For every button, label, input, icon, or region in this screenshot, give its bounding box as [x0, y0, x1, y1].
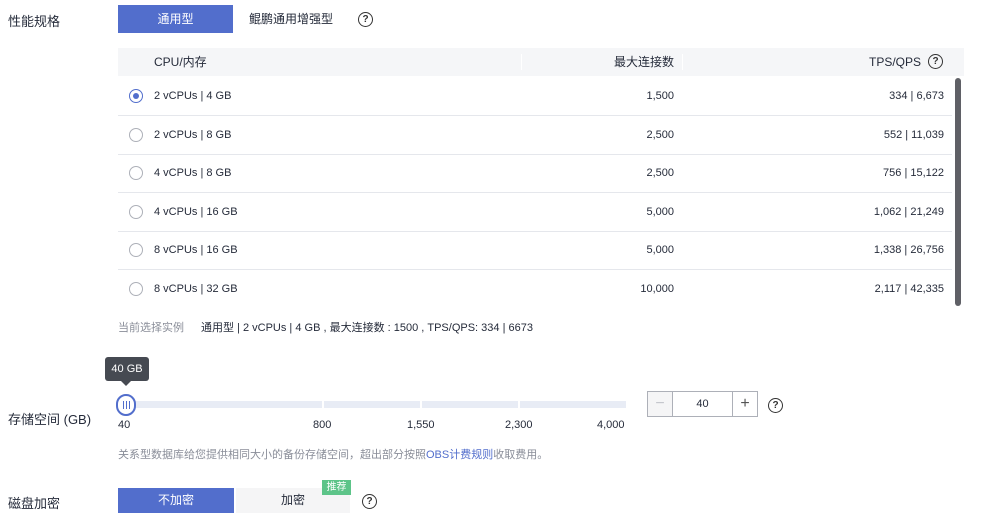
table-row[interactable]: 2 vCPUs | 8 GB 2,500 552 | 11,039 — [118, 116, 952, 155]
storage-stepper: − + — [647, 391, 758, 417]
tab-kunpeng-enhanced[interactable]: 鲲鹏通用增强型 — [241, 5, 341, 33]
recommended-badge: 推荐 — [322, 480, 351, 495]
row-radio[interactable] — [129, 127, 143, 142]
cell-tps-qps: 1,062 | 21,249 — [873, 205, 944, 218]
cell-max-connections: 2,500 — [646, 167, 674, 179]
table-header: CPU/内存 最大连接数 TPS/QPS ? — [118, 48, 964, 76]
row-radio[interactable] — [129, 204, 143, 219]
table-row[interactable]: 8 vCPUs | 16 GB 5,000 1,338 | 26,756 — [118, 231, 952, 270]
spec-label: 性能规格 — [8, 14, 61, 29]
cell-cpu-memory: 4 vCPUs | 16 GB — [154, 205, 238, 218]
storage-slider-track[interactable] — [118, 401, 626, 408]
current-selection-label: 当前选择实例 — [118, 322, 184, 334]
slider-tooltip: 40 GB — [105, 357, 149, 386]
help-icon[interactable]: ? — [362, 494, 377, 509]
cell-cpu-memory: 2 vCPUs | 8 GB — [154, 128, 232, 141]
cell-cpu-memory: 2 vCPUs | 4 GB — [154, 90, 232, 102]
encryption-label: 磁盘加密 — [8, 496, 61, 511]
column-header-cpu: CPU/内存 — [154, 55, 207, 69]
grip-line — [129, 401, 130, 409]
cell-tps-qps: 334 | 6,673 — [889, 90, 944, 102]
cell-max-connections: 10,000 — [640, 282, 674, 295]
cell-cpu-memory: 4 vCPUs | 8 GB — [154, 167, 232, 179]
column-header-tps: TPS/QPS — [868, 55, 921, 69]
storage-slider-handle[interactable] — [116, 394, 136, 416]
grip-line — [123, 401, 124, 409]
obs-billing-link[interactable]: OBS计费规则 — [426, 449, 493, 461]
cell-max-connections: 5,000 — [646, 244, 674, 256]
slider-segment-divider — [322, 401, 324, 408]
cell-max-connections: 1,500 — [646, 90, 674, 102]
cell-tps-qps: 1,338 | 26,756 — [873, 244, 944, 256]
help-icon[interactable]: ? — [358, 12, 373, 27]
decrement-button[interactable]: − — [648, 392, 673, 416]
table-row[interactable]: 4 vCPUs | 8 GB 2,500 756 | 15,122 — [118, 154, 952, 193]
no-encryption-button[interactable]: 不加密 — [118, 488, 234, 513]
storage-input[interactable] — [673, 392, 732, 416]
row-radio[interactable] — [129, 243, 143, 257]
table-row[interactable]: 8 vCPUs | 32 GB 10,000 2,117 | 42,335 — [118, 270, 952, 307]
storage-hint-text: 关系型数据库给您提供相同大小的备份存储空间，超出部分按照 — [118, 449, 426, 461]
current-selection-value: 通用型 | 2 vCPUs | 4 GB , 最大连接数 : 1500 , TP… — [201, 322, 533, 334]
cell-tps-qps: 756 | 15,122 — [883, 167, 944, 179]
table-scrollbar[interactable] — [955, 78, 961, 306]
slider-tick-label: 40 — [118, 419, 131, 431]
row-radio[interactable] — [129, 166, 143, 180]
grip-line — [126, 401, 127, 409]
slider-tick-label: 2,300 — [505, 419, 533, 431]
cell-max-connections: 5,000 — [646, 205, 674, 218]
slider-segment-divider — [420, 401, 422, 408]
storage-hint-suffix: 收取费用。 — [493, 449, 549, 461]
help-icon[interactable]: ? — [928, 54, 943, 69]
cell-tps-qps: 2,117 | 42,335 — [874, 282, 944, 295]
row-radio[interactable] — [129, 281, 143, 296]
spec-table: CPU/内存 最大连接数 TPS/QPS ? 2 vCPUs | 4 GB 1,5… — [118, 48, 964, 306]
help-icon[interactable]: ? — [768, 398, 783, 413]
storage-label: 存储空间 (GB) — [8, 412, 92, 427]
cell-max-connections: 2,500 — [646, 128, 674, 141]
row-radio[interactable] — [129, 89, 143, 103]
slider-tick-label: 4,000 — [597, 419, 625, 431]
cell-cpu-memory: 8 vCPUs | 32 GB — [154, 282, 238, 295]
increment-button[interactable]: + — [732, 392, 757, 416]
cell-tps-qps: 552 | 11,039 — [883, 128, 944, 141]
table-row[interactable]: 4 vCPUs | 16 GB 5,000 1,062 | 21,249 — [118, 193, 952, 232]
cell-cpu-memory: 8 vCPUs | 16 GB — [154, 244, 238, 256]
storage-hint: 关系型数据库给您提供相同大小的备份存储空间，超出部分按照OBS计费规则收取费用。 — [118, 446, 548, 462]
slider-segment-divider — [518, 401, 520, 408]
tab-general[interactable]: 通用型 — [118, 5, 233, 33]
slider-tick-label: 1,550 — [407, 419, 435, 431]
table-row[interactable]: 2 vCPUs | 4 GB 1,500 334 | 6,673 — [118, 77, 952, 116]
slider-tick-label: 800 — [313, 419, 332, 431]
column-header-connections: 最大连接数 — [613, 55, 674, 69]
